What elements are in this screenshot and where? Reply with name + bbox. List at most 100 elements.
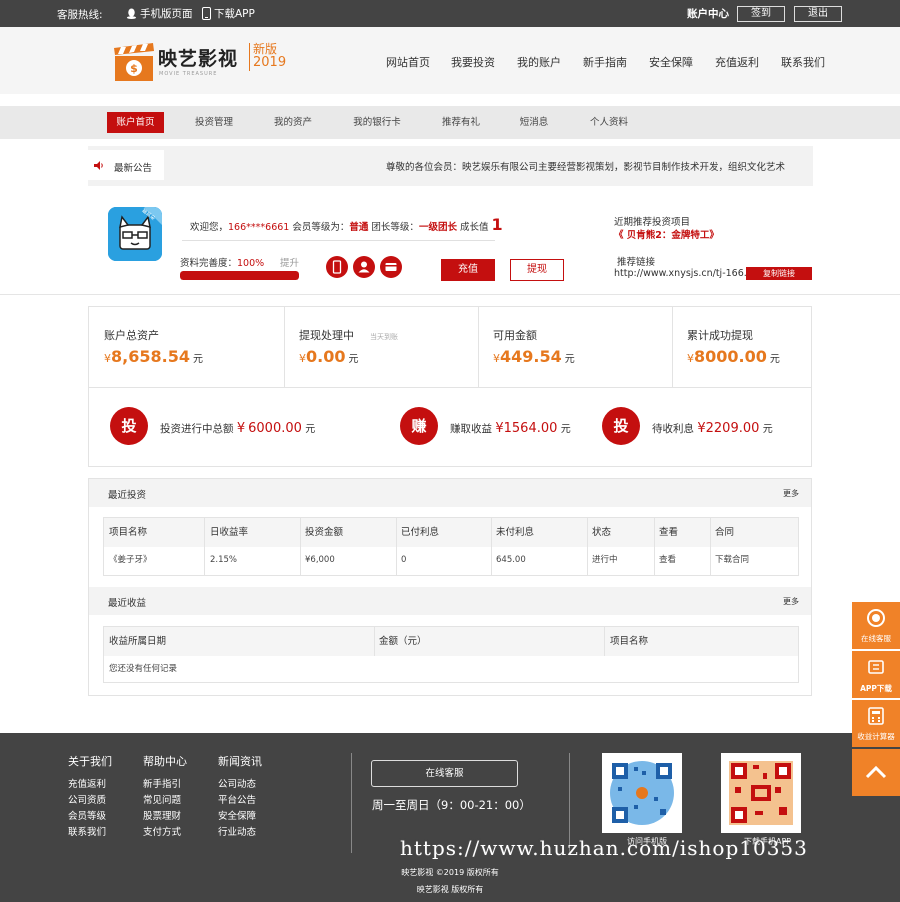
brand-name: 映艺影视 [158,48,239,70]
col-contract: 合同 [715,527,735,538]
footer-link[interactable]: 平台公告 [218,793,262,809]
profile-section: 猫耳朵 欢迎您，166****6661 会员等级为：普通 团长等级：一级团长 成… [0,195,900,295]
side-app-download[interactable]: APP下载 [852,651,900,698]
back-to-top-button[interactable] [852,749,900,796]
recent-income-more-link[interactable]: 更多 [783,596,799,607]
qq-penguin-icon [126,8,137,19]
site-logo[interactable]: $ 映艺影视 MOVIE TREASURE 新版 2019 [113,40,293,84]
tab-account-home[interactable]: 账户首页 [107,112,164,133]
asset-amount: 8,658.54 [111,347,190,366]
col-unpaid-interest: 未付利息 [496,527,535,538]
footer-col-title: 新闻资讯 [218,755,262,768]
copy-link-button[interactable]: 复制链接 [746,267,812,280]
col-status: 状态 [592,527,612,538]
asset-amount: 8000.00 [694,347,767,366]
nav-home[interactable]: 网站首页 [386,54,430,70]
completeness-label: 资料完善度： [180,258,238,269]
logo-year: 2019 [253,55,287,70]
site-footer: 关于我们 充值返利 公司资质 会员等级 联系我们 帮助中心 新手指引 常见问题 … [0,733,900,902]
nav-security[interactable]: 安全保障 [649,54,693,70]
recharge-button[interactable]: 充值 [441,259,495,281]
asset-amount: 449.54 [500,347,562,366]
notice-tab: 最新公告 [88,150,164,180]
download-contract-link[interactable]: 下载合同 [715,546,749,575]
stat-value: 2209.00 [705,421,760,436]
member-level-label: 会员等级为： [292,222,350,233]
recommend-project-link[interactable]: 《 贝肯熊2：金牌特工》 [614,227,719,241]
stat-unit: 元 [560,424,571,435]
footer-link[interactable]: 常见问题 [143,793,187,809]
footer-divider [351,753,352,853]
avatar[interactable]: 猫耳朵 [108,207,162,261]
app-link[interactable]: 下载APP [202,6,255,21]
view-link[interactable]: 查看 [659,546,676,575]
identity-verify-icon[interactable] [353,256,375,278]
asset-unit: 元 [348,354,359,365]
empty-record-text: 您还没有任何记录 [109,664,178,674]
nav-invest[interactable]: 我要投资 [451,54,495,70]
asset-withdraw-pending: 提现处理中 当天到账 ¥0.00 元 [284,307,478,388]
cell-project-name[interactable]: 《姜子牙》 [109,546,152,575]
online-service-button[interactable]: 在线客服 [371,760,518,787]
tab-invest-manage[interactable]: 投资管理 [183,112,245,133]
footer-link[interactable]: 联系我们 [68,825,112,841]
side-calc-label: 收益计算器 [857,732,895,741]
currency-symbol: ¥ [104,352,111,365]
account-subnav: 账户首页 投资管理 我的资产 我的银行卡 推荐有礼 短消息 个人资料 [0,106,900,139]
nav-recharge[interactable]: 充值返利 [715,54,759,70]
notice-text[interactable]: 尊敬的各位会员：映艺娱乐有限公司主要经营影视策划，影视节目制作技术开发，组织文化… [386,159,785,173]
phone-verify-icon[interactable] [326,256,348,278]
withdraw-button[interactable]: 提现 [510,259,564,281]
recent-invest-more-link[interactable]: 更多 [783,488,799,499]
tab-my-assets[interactable]: 我的资产 [263,112,323,133]
asset-value: ¥8,658.54 元 [104,347,203,366]
stat-unit: 元 [305,424,316,435]
footer-link[interactable]: 会员等级 [68,809,112,825]
recent-invest-title: 最近投资 [108,490,147,501]
col-project-name: 项目名称 [109,527,148,538]
tab-messages[interactable]: 短消息 [508,112,560,133]
tab-bank-card[interactable]: 我的银行卡 [341,112,413,133]
upgrade-link[interactable]: 提升 [280,255,299,269]
currency-symbol: ¥ [697,421,706,436]
nav-account[interactable]: 我的账户 [517,54,561,70]
logout-button[interactable]: 退出 [794,6,842,22]
footer-col-title: 关于我们 [68,755,112,768]
phone-icon [202,7,211,20]
stat-investing: 投 投资进行中总额 ¥6000.00 元 [110,407,370,447]
invest-icon: 投 [602,407,640,445]
footer-link[interactable]: 新手指引 [143,777,187,793]
mobile-qr-code [602,753,682,833]
nav-contact[interactable]: 联系我们 [781,54,825,70]
account-center-link[interactable]: 账户中心 [687,6,729,21]
side-online-service[interactable]: 在线客服 [852,602,900,649]
footer-link[interactable]: 行业动态 [218,825,262,841]
profile-divider [182,240,495,241]
col-income-project: 项目名称 [610,636,649,647]
divider [710,518,711,575]
user-icon [358,261,370,273]
mobile-link[interactable]: 手机版页面 [126,6,193,21]
cell-paid-interest: 0 [401,555,407,565]
calculator-icon [868,707,884,725]
chevron-up-icon [865,765,887,779]
side-calculator[interactable]: 收益计算器 [852,700,900,747]
tab-profile[interactable]: 个人资料 [578,112,640,133]
footer-link[interactable]: 公司资质 [68,793,112,809]
signin-button[interactable]: 签到 [737,6,785,22]
bank-card-verify-icon[interactable] [380,256,402,278]
footer-link[interactable]: 充值返利 [68,777,112,793]
tab-referral[interactable]: 推荐有礼 [430,112,492,133]
col-view: 查看 [659,527,679,538]
mobile-link-label: 手机版页面 [140,8,193,20]
footer-link[interactable]: 支付方式 [143,825,187,841]
footer-link[interactable]: 公司动态 [218,777,262,793]
welcome-line: 欢迎您，166****6661 会员等级为：普通 团长等级：一级团长 成长值 1 [190,215,503,234]
footer-link[interactable]: 股票理财 [143,809,187,825]
footer-link[interactable]: 安全保障 [218,809,262,825]
referral-link-url[interactable]: http://www.xnysjs.cn/tj-166... [614,268,753,279]
currency-symbol: ¥ [687,352,694,365]
invest-icon: 投 [110,407,148,445]
nav-guide[interactable]: 新手指南 [583,54,627,70]
col-income-date: 收益所属日期 [109,636,167,647]
